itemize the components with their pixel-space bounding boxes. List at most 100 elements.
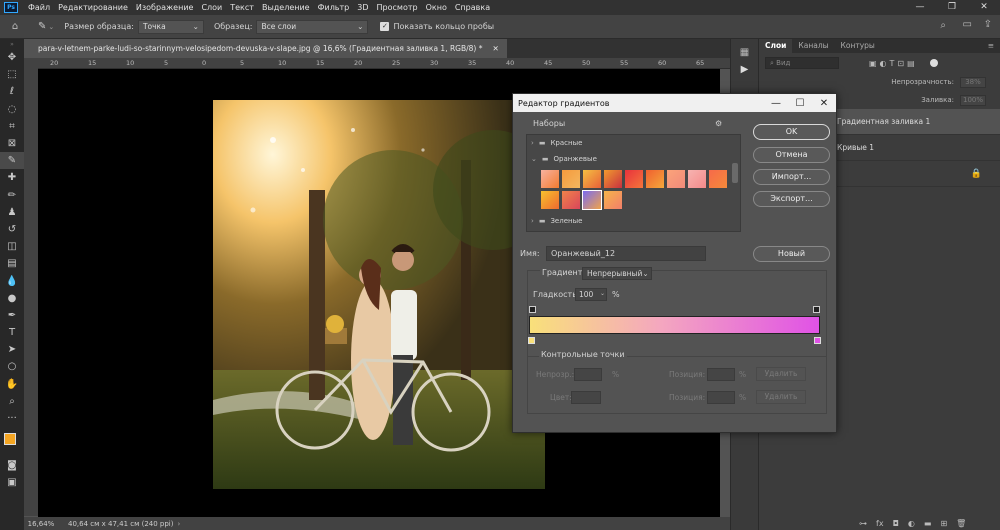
opacity-stop-right[interactable] xyxy=(813,306,820,313)
stop-color-location-input[interactable] xyxy=(707,391,735,404)
sample-select[interactable]: Все слои ⌄ xyxy=(256,19,369,34)
cancel-button[interactable]: Отмена xyxy=(753,147,830,163)
color-swatches[interactable] xyxy=(0,427,24,457)
gradient-tool-icon[interactable]: ▤ xyxy=(0,255,24,272)
menu-help[interactable]: Справка xyxy=(451,3,494,12)
quick-select-tool-icon[interactable]: ◌ xyxy=(0,101,24,118)
menu-3d[interactable]: 3D xyxy=(353,3,372,12)
type-tool-icon[interactable]: T xyxy=(0,324,24,341)
maximize-button[interactable]: ❐ xyxy=(936,0,968,15)
fx-icon[interactable]: fx xyxy=(876,519,884,528)
play-icon[interactable]: ▶ xyxy=(731,64,758,75)
maximize-icon[interactable]: ☐ xyxy=(788,98,812,109)
menu-image[interactable]: Изображение xyxy=(132,3,198,12)
move-tool-icon[interactable]: ✥ xyxy=(0,49,24,66)
menu-select[interactable]: Выделение xyxy=(258,3,314,12)
menu-file[interactable]: Файл xyxy=(24,3,54,12)
gradient-preset-swatch[interactable] xyxy=(625,170,643,188)
blur-tool-icon[interactable]: 💧 xyxy=(0,272,24,289)
menu-filter[interactable]: Фильтр xyxy=(314,3,354,12)
more-tools-icon[interactable]: ··· xyxy=(0,410,24,427)
eyedropper-tool-icon[interactable]: ✎ xyxy=(0,152,24,170)
minimize-button[interactable]: — xyxy=(904,0,936,15)
delete-color-stop-button[interactable]: Удалить xyxy=(756,390,806,404)
frame-tool-icon[interactable]: ⊠ xyxy=(0,135,24,152)
gradient-preset-swatch[interactable] xyxy=(604,170,622,188)
layer-search-input[interactable]: ⌕ Вид xyxy=(765,57,839,69)
gradient-name-input[interactable]: Оранжевый_12 xyxy=(546,246,706,261)
collapse-icon[interactable]: » xyxy=(0,39,24,49)
brush-tool-icon[interactable]: ✏ xyxy=(0,187,24,204)
quick-mask-icon[interactable]: ◙ xyxy=(0,457,24,474)
presets-list[interactable]: › ▬ Красные ⌄ ▬ Оранжевые › ▬ Зеленые xyxy=(526,134,741,232)
chevron-down-icon[interactable]: ⌄ xyxy=(600,290,605,297)
menu-text[interactable]: Текст xyxy=(226,3,258,12)
gradient-type-select[interactable]: Непрерывный ⌄ xyxy=(582,267,652,280)
export-button[interactable]: Экспорт... xyxy=(753,191,830,207)
close-window-button[interactable]: ✕ xyxy=(968,0,1000,15)
filter-toggle[interactable] xyxy=(929,59,938,67)
gear-icon[interactable]: ⚙ xyxy=(715,119,722,128)
menu-layers[interactable]: Слои xyxy=(197,3,226,12)
stamp-tool-icon[interactable]: ♟ xyxy=(0,204,24,221)
menu-window[interactable]: Окно xyxy=(422,3,451,12)
folder-row-red[interactable]: › ▬ Красные xyxy=(527,135,740,151)
workspace-icon[interactable]: ▭ xyxy=(963,19,972,30)
new-layer-icon[interactable]: ⊞ xyxy=(940,519,947,528)
color-stop-left[interactable] xyxy=(528,337,535,344)
crop-tool-icon[interactable]: ⌗ xyxy=(0,118,24,135)
ok-button[interactable]: OK xyxy=(753,124,830,140)
sample-size-select[interactable]: Точка ⌄ xyxy=(137,19,204,34)
eraser-tool-icon[interactable]: ◫ xyxy=(0,238,24,255)
import-button[interactable]: Импорт... xyxy=(753,169,830,185)
hand-tool-icon[interactable]: ✋ xyxy=(0,376,24,393)
close-icon[interactable]: ✕ xyxy=(493,39,499,58)
history-brush-icon[interactable]: ↺ xyxy=(0,221,24,238)
gradient-preset-swatch[interactable] xyxy=(604,191,622,209)
folder-row-green[interactable]: › ▬ Зеленые xyxy=(527,213,740,229)
new-button[interactable]: Новый xyxy=(753,246,830,262)
menu-edit[interactable]: Редактирование xyxy=(54,3,132,12)
trash-icon[interactable]: 🗑 xyxy=(956,519,966,528)
color-stop-right[interactable] xyxy=(814,337,821,344)
marquee-tool-icon[interactable]: ⬚ xyxy=(0,66,24,83)
opacity-stop-left[interactable] xyxy=(529,306,536,313)
mask-icon[interactable]: ◘ xyxy=(893,519,899,528)
zoom-readout[interactable]: 16,64% xyxy=(24,520,58,528)
close-icon[interactable]: ✕ xyxy=(812,98,836,109)
gradient-preset-swatch[interactable] xyxy=(667,170,685,188)
path-select-icon[interactable]: ➤ xyxy=(0,341,24,358)
lasso-tool-icon[interactable]: ℓ xyxy=(0,83,24,100)
gradient-preset-swatch[interactable] xyxy=(688,170,706,188)
chevron-right-icon[interactable]: › xyxy=(178,520,181,528)
gradient-preset-swatch[interactable] xyxy=(583,170,601,188)
menu-view[interactable]: Просмотр xyxy=(373,3,422,12)
gradient-preset-swatch[interactable] xyxy=(541,170,559,188)
gradient-preset-swatch[interactable] xyxy=(562,170,580,188)
opacity-input[interactable]: 38% xyxy=(960,76,986,88)
minimize-icon[interactable]: — xyxy=(764,98,788,109)
pen-tool-icon[interactable]: ✒ xyxy=(0,307,24,324)
gradient-preset-swatch[interactable] xyxy=(562,191,580,209)
gradient-preset-swatch[interactable] xyxy=(709,170,727,188)
adjustment-icon[interactable]: ◐ xyxy=(908,519,915,528)
document-tab[interactable]: para-v-letnem-parke-ludi-so-starinnym-ve… xyxy=(30,39,507,58)
folder-icon[interactable]: ▬ xyxy=(924,519,932,528)
gradient-bar[interactable] xyxy=(529,316,820,334)
delete-opacity-stop-button[interactable]: Удалить xyxy=(756,367,806,381)
screen-mode-icon[interactable]: ▣ xyxy=(0,474,24,491)
healing-tool-icon[interactable]: ✚ xyxy=(0,169,24,186)
stop-location-input[interactable] xyxy=(707,368,735,381)
gradient-preset-swatch[interactable] xyxy=(582,190,602,210)
share-icon[interactable]: ⇪ xyxy=(984,19,992,30)
document-photo[interactable] xyxy=(213,100,545,489)
link-icon[interactable]: ⊶ xyxy=(859,519,867,528)
dodge-tool-icon[interactable]: ● xyxy=(0,290,24,307)
stop-opacity-input[interactable] xyxy=(574,368,602,381)
panel-menu-icon[interactable]: ≡ xyxy=(982,39,1000,53)
filter-icons[interactable]: ▣◐T⊡▤ xyxy=(869,59,918,68)
tab-layers[interactable]: Слои xyxy=(759,39,793,53)
fill-input[interactable]: 100% xyxy=(960,94,986,106)
tab-paths[interactable]: Контуры xyxy=(835,39,881,53)
foreground-color[interactable] xyxy=(4,433,16,446)
